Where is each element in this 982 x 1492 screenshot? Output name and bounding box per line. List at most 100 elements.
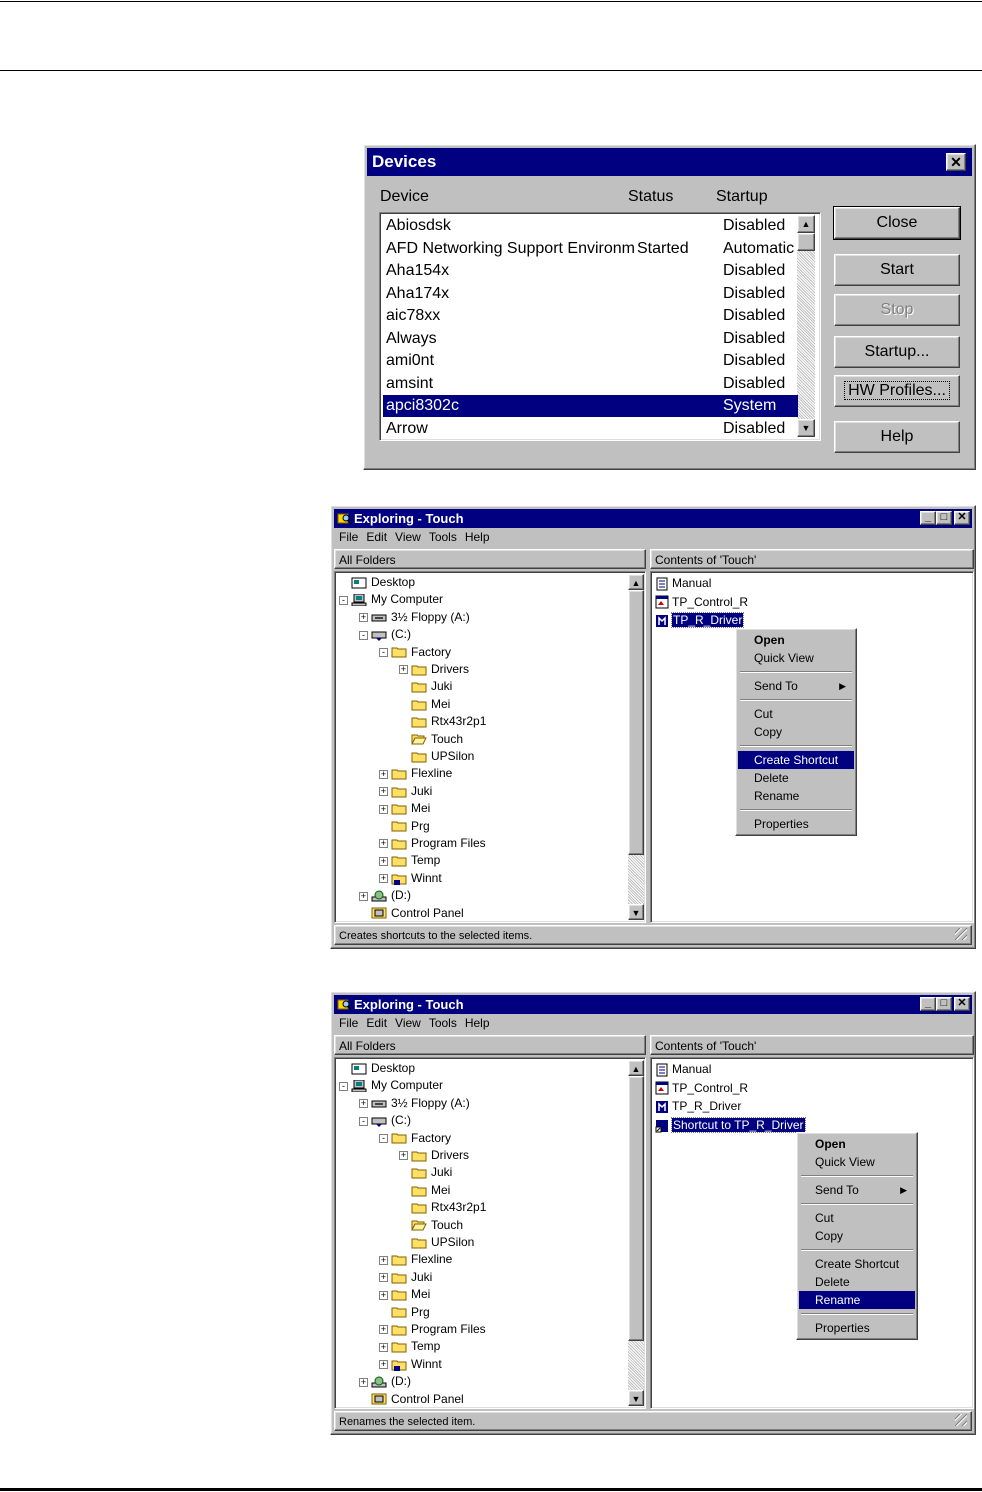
- tree-item[interactable]: +Touch: [399, 731, 463, 748]
- tree-item[interactable]: +3½ Floppy (A:): [359, 1095, 470, 1112]
- tree-item[interactable]: - (C:): [359, 1112, 411, 1129]
- file-item[interactable]: TP_Control_R: [655, 1079, 748, 1097]
- scroll-thumb[interactable]: [628, 590, 644, 855]
- menu-edit[interactable]: Edit: [366, 1016, 387, 1030]
- menu-help[interactable]: Help: [465, 530, 490, 544]
- tree-item[interactable]: +Desktop: [339, 1060, 415, 1077]
- tree-item[interactable]: +Touch: [399, 1217, 463, 1234]
- menu-tools[interactable]: Tools: [429, 1016, 457, 1030]
- device-row[interactable]: Aha154x Disabled: [383, 260, 798, 282]
- device-row[interactable]: Aha174x Disabled: [383, 283, 798, 305]
- tree-item[interactable]: + Winnt: [379, 870, 442, 887]
- tree-item[interactable]: + Flexline: [379, 1251, 452, 1268]
- close-icon[interactable]: ✕: [954, 511, 970, 525]
- expand-icon[interactable]: +: [379, 804, 388, 814]
- tree-item[interactable]: + Temp: [379, 1338, 440, 1355]
- tree-item[interactable]: +Mei: [379, 800, 430, 817]
- resize-grip-icon[interactable]: [955, 1414, 967, 1426]
- tree-item[interactable]: +Mei: [399, 1182, 450, 1199]
- expand-icon[interactable]: +: [359, 1377, 368, 1387]
- device-row[interactable]: Always Disabled: [383, 328, 798, 350]
- context-menu-open[interactable]: Open: [799, 1135, 915, 1153]
- tree-item[interactable]: + Flexline: [379, 765, 452, 782]
- tree-item[interactable]: +Control Panel: [359, 905, 464, 922]
- tree-item[interactable]: +Juki: [379, 783, 432, 800]
- tree-item[interactable]: +Mei: [399, 696, 450, 713]
- folder-tree[interactable]: ▲▼+Desktop-My Computer+3½ Floppy (A:)-(C…: [334, 1057, 646, 1409]
- context-menu-create-shortcut[interactable]: Create Shortcut: [799, 1255, 915, 1273]
- menu-view[interactable]: View: [395, 1016, 421, 1030]
- tree-item[interactable]: +Juki: [379, 1269, 432, 1286]
- device-row[interactable]: aic78xx Disabled: [383, 305, 798, 327]
- startup-button[interactable]: Startup...: [834, 336, 960, 368]
- scroll-down-icon[interactable]: ▼: [628, 904, 644, 920]
- expand-icon[interactable]: +: [379, 1273, 388, 1283]
- collapse-icon[interactable]: -: [339, 595, 348, 605]
- device-list[interactable]: ▲ ▼ Abiosdsk Disabled AFD Networking Suppo…: [379, 212, 821, 441]
- file-item[interactable]: TP_R_Driver: [655, 1097, 741, 1115]
- menu-file[interactable]: File: [339, 530, 358, 544]
- device-row[interactable]: apci8302c System: [383, 395, 798, 417]
- tree-scrollbar[interactable]: ▲ ▼: [628, 1060, 644, 1406]
- scroll-up-icon[interactable]: ▲: [628, 1060, 644, 1076]
- tree-item[interactable]: + Program Files: [379, 835, 486, 852]
- resize-grip-icon[interactable]: [955, 928, 967, 940]
- tree-item[interactable]: +Juki: [399, 1164, 452, 1181]
- stop-button[interactable]: Stop: [834, 294, 960, 326]
- collapse-icon[interactable]: -: [359, 630, 368, 640]
- context-menu-copy[interactable]: Copy: [799, 1227, 915, 1245]
- column-header-device[interactable]: Device: [380, 188, 429, 206]
- expand-icon[interactable]: +: [379, 1360, 388, 1370]
- context-menu-send-to[interactable]: Send To ▶: [738, 677, 854, 695]
- file-item[interactable]: Shortcut to TP_R_Driver: [655, 1116, 806, 1134]
- context-menu-properties[interactable]: Properties: [738, 815, 854, 833]
- context-menu-properties[interactable]: Properties: [799, 1319, 915, 1337]
- tree-scrollbar[interactable]: ▲ ▼: [628, 574, 644, 920]
- tree-item[interactable]: +Prg: [379, 818, 430, 835]
- device-row[interactable]: amsint Disabled: [383, 373, 798, 395]
- tree-item[interactable]: +Desktop: [339, 574, 415, 591]
- context-menu-cut[interactable]: Cut: [738, 705, 854, 723]
- expand-icon[interactable]: +: [379, 874, 388, 884]
- context-menu-delete[interactable]: Delete: [738, 769, 854, 787]
- scroll-up-icon[interactable]: ▲: [628, 574, 644, 590]
- file-item[interactable]: Manual: [655, 1060, 711, 1078]
- collapse-icon[interactable]: -: [359, 1116, 368, 1126]
- tree-item[interactable]: - My Computer: [339, 591, 443, 608]
- scroll-down-icon[interactable]: ▼: [628, 1390, 644, 1406]
- context-menu-quick-view[interactable]: Quick View: [799, 1153, 915, 1171]
- close-icon[interactable]: ✕: [946, 153, 966, 171]
- expand-icon[interactable]: +: [399, 1151, 408, 1161]
- column-header-status[interactable]: Status: [628, 188, 673, 206]
- expand-icon[interactable]: +: [379, 787, 388, 797]
- maximize-icon[interactable]: □: [936, 511, 952, 525]
- tree-item[interactable]: + Temp: [379, 852, 440, 869]
- tree-item[interactable]: + Drivers: [399, 1147, 469, 1164]
- tree-item[interactable]: +Rtx43r2p1: [399, 1199, 486, 1216]
- expand-icon[interactable]: +: [359, 1099, 368, 1109]
- tree-item[interactable]: + Winnt: [379, 1356, 442, 1373]
- menu-help[interactable]: Help: [465, 1016, 490, 1030]
- devices-titlebar[interactable]: Devices ✕: [367, 148, 972, 176]
- tree-item[interactable]: +Control Panel: [359, 1391, 464, 1408]
- expand-icon[interactable]: +: [359, 891, 368, 901]
- hw-profiles-button[interactable]: HW Profiles...: [834, 375, 960, 407]
- context-menu-send-to[interactable]: Send To ▶: [799, 1181, 915, 1199]
- close-icon[interactable]: ✕: [954, 997, 970, 1011]
- expand-icon[interactable]: +: [359, 613, 368, 623]
- tree-item[interactable]: - Factory: [379, 1130, 451, 1147]
- context-menu-delete[interactable]: Delete: [799, 1273, 915, 1291]
- tree-item[interactable]: +3½ Floppy (A:): [359, 609, 470, 626]
- file-item[interactable]: TP_R_Driver: [655, 611, 745, 629]
- menu-view[interactable]: View: [395, 530, 421, 544]
- menu-file[interactable]: File: [339, 1016, 358, 1030]
- tree-item[interactable]: +Rtx43r2p1: [399, 713, 486, 730]
- tree-item[interactable]: +Prg: [379, 1304, 430, 1321]
- tree-item[interactable]: +Mei: [379, 1286, 430, 1303]
- expand-icon[interactable]: +: [379, 856, 388, 866]
- file-item[interactable]: Manual: [655, 574, 711, 592]
- expand-icon[interactable]: +: [379, 769, 388, 779]
- context-menu-quick-view[interactable]: Quick View: [738, 649, 854, 667]
- folder-tree[interactable]: ▲▼+Desktop-My Computer+3½ Floppy (A:)-(C…: [334, 571, 646, 923]
- collapse-icon[interactable]: -: [379, 647, 388, 657]
